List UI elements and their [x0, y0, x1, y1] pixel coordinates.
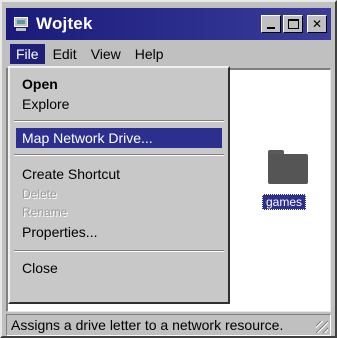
window-title: Wojtek [36, 14, 93, 33]
menu-help[interactable]: Help [129, 44, 170, 64]
menu-item-properties[interactable]: Properties... [16, 222, 222, 242]
menu-item-rename: Rename [22, 205, 68, 219]
menu-separator [14, 120, 224, 122]
status-text: Assigns a drive letter to a network reso… [11, 317, 284, 333]
menu-item-delete: Delete [22, 187, 57, 201]
folder-icon[interactable] [268, 150, 308, 184]
title-bar[interactable]: Wojtek ✕ [6, 8, 331, 40]
resize-grip-icon[interactable] [316, 321, 328, 333]
menu-item-open[interactable]: Open [16, 74, 222, 94]
minimize-button[interactable] [261, 15, 281, 33]
menu-separator [14, 250, 224, 252]
menu-edit[interactable]: Edit [47, 44, 83, 64]
status-bar: Assigns a drive letter to a network reso… [6, 314, 331, 336]
menu-file[interactable]: File [10, 44, 45, 64]
menu-bar: File Edit View Help [6, 42, 331, 66]
explorer-window: Wojtek ✕ File Edit View Help games Open … [0, 0, 337, 338]
file-menu-dropdown: Open Explore Map Network Drive... Create… [8, 66, 230, 304]
close-button[interactable]: ✕ [307, 15, 327, 33]
menu-view[interactable]: View [85, 44, 127, 64]
menu-item-map-network-drive[interactable]: Map Network Drive... [16, 128, 222, 148]
maximize-button[interactable] [283, 15, 303, 33]
maximize-icon [288, 19, 299, 29]
computer-icon [13, 16, 31, 32]
menu-separator [14, 154, 224, 156]
folder-label[interactable]: games [262, 194, 307, 210]
minimize-icon [267, 27, 275, 29]
menu-item-create-shortcut[interactable]: Create Shortcut [16, 164, 222, 184]
menu-item-close[interactable]: Close [16, 258, 222, 278]
menu-item-explore[interactable]: Explore [16, 94, 222, 114]
close-icon: ✕ [311, 17, 323, 31]
